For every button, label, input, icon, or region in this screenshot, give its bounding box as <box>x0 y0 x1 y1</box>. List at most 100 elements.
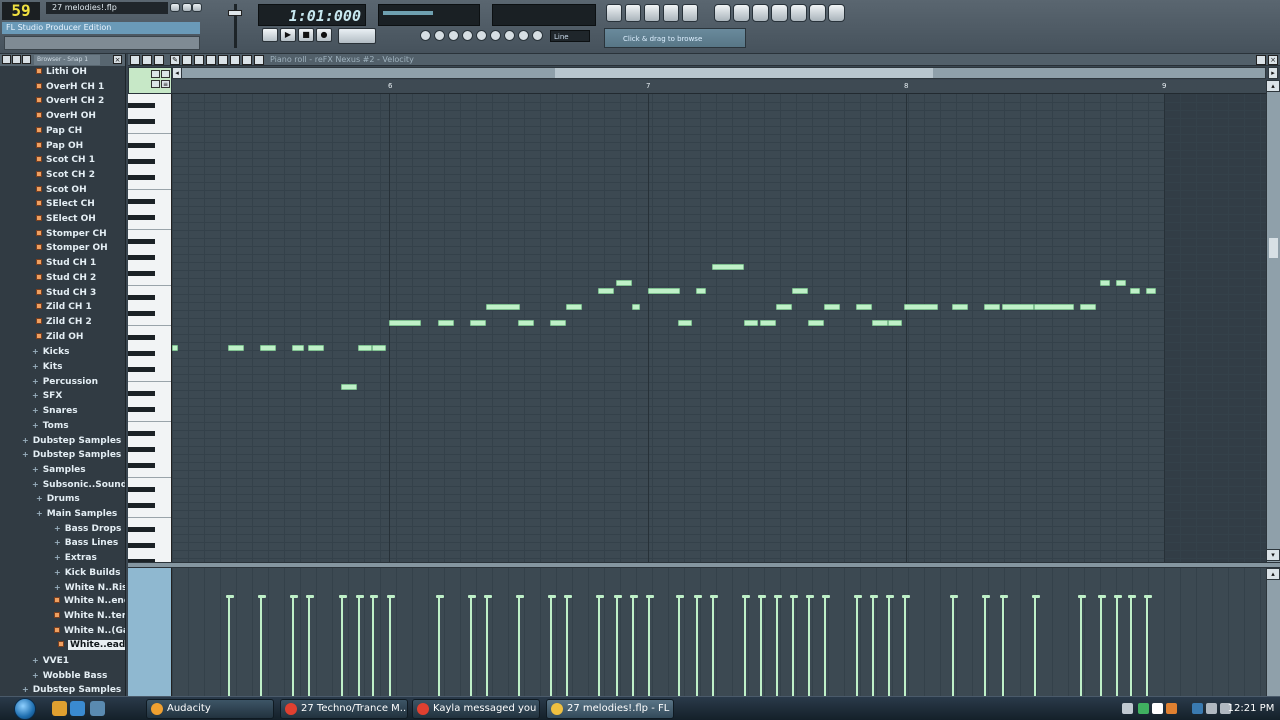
internet-explorer-icon[interactable] <box>70 701 85 716</box>
velocity-bar[interactable] <box>518 596 520 696</box>
browser-item[interactable]: Zild CH 1 <box>36 301 92 314</box>
velocity-handle[interactable] <box>436 595 444 598</box>
browser-item[interactable]: + SFX <box>32 389 62 402</box>
velocity-bar[interactable] <box>1100 596 1102 696</box>
stop-button[interactable]: ■ <box>298 28 314 42</box>
midi-note[interactable] <box>952 304 968 310</box>
velocity-handle[interactable] <box>356 595 364 598</box>
scroll-right-icon[interactable]: ▸ <box>1268 67 1278 79</box>
browser-item[interactable]: + Main Samples <box>36 507 117 520</box>
snap-selector[interactable]: Line <box>550 30 590 42</box>
midi-note[interactable] <box>292 345 304 351</box>
velocity-handle[interactable] <box>387 595 395 598</box>
piano-roll-menu-icon[interactable] <box>1256 55 1266 65</box>
velocity-handle[interactable] <box>694 595 702 598</box>
velocity-bar[interactable] <box>984 596 986 696</box>
midi-note[interactable] <box>760 320 776 326</box>
black-key[interactable] <box>128 391 155 396</box>
browser-item[interactable]: OverH CH 2 <box>36 95 104 108</box>
velocity-bar[interactable] <box>678 596 680 696</box>
taskbar-window-button[interactable]: 27 melodies!.flp - FL ... <box>546 699 674 719</box>
browser-item[interactable]: Stud CH 2 <box>36 272 96 285</box>
velocity-bar[interactable] <box>486 596 488 696</box>
velocity-handle[interactable] <box>1078 595 1086 598</box>
midi-note[interactable] <box>856 304 872 310</box>
vertical-scrollbar[interactable] <box>1266 80 1280 562</box>
velocity-bar[interactable] <box>228 596 230 696</box>
black-key[interactable] <box>128 239 155 244</box>
taskbar-window-button[interactable]: 27 Techno/Trance M... <box>280 699 408 719</box>
browser-item[interactable]: Lithi OH <box>36 66 87 79</box>
velocity-bar[interactable] <box>904 596 906 696</box>
midi-note[interactable] <box>792 288 808 294</box>
midi-note[interactable] <box>172 345 178 351</box>
black-key[interactable] <box>128 255 155 260</box>
velocity-bar[interactable] <box>776 596 778 696</box>
select-tool-icon[interactable] <box>230 55 240 65</box>
velocity-bar[interactable] <box>389 596 391 696</box>
midi-note[interactable] <box>872 320 888 326</box>
browser-item[interactable]: Scot CH 2 <box>36 169 95 182</box>
velocity-handle[interactable] <box>870 595 878 598</box>
velocity-bar[interactable] <box>792 596 794 696</box>
show-desktop-icon[interactable] <box>90 701 105 716</box>
velocity-handle[interactable] <box>339 595 347 598</box>
velocity-bar[interactable] <box>566 596 568 696</box>
midi-note[interactable] <box>308 345 324 351</box>
browser-item[interactable]: White N..(Gated) <box>54 625 125 638</box>
horizontal-scrollbar[interactable] <box>172 67 1266 79</box>
velocity-handle[interactable] <box>742 595 750 598</box>
browser-item[interactable]: Zild CH 2 <box>36 316 92 329</box>
paint-tool-icon[interactable] <box>182 55 192 65</box>
zoom-tool-icon[interactable] <box>242 55 252 65</box>
velocity-bar[interactable] <box>1002 596 1004 696</box>
velocity-handle[interactable] <box>982 595 990 598</box>
black-key[interactable] <box>128 271 155 276</box>
save-icon[interactable] <box>733 4 750 22</box>
start-button[interactable] <box>4 697 40 720</box>
browser-item[interactable]: + Wobble Bass <box>32 669 107 682</box>
black-key[interactable] <box>128 463 155 468</box>
velocity-bar[interactable] <box>598 596 600 696</box>
velocity-handle[interactable] <box>710 595 718 598</box>
tray-app-icon[interactable] <box>1138 703 1149 714</box>
browser-item[interactable]: + Percussion <box>32 375 98 388</box>
black-key[interactable] <box>128 199 155 204</box>
velocity-handle[interactable] <box>854 595 862 598</box>
velocity-handle[interactable] <box>1000 595 1008 598</box>
tray-expand-icon[interactable] <box>1122 703 1133 714</box>
velocity-bar[interactable] <box>616 596 618 696</box>
velocity-bar[interactable] <box>696 596 698 696</box>
browser-item[interactable]: Stud CH 1 <box>36 257 96 270</box>
velocity-handle[interactable] <box>258 595 266 598</box>
midi-note[interactable] <box>566 304 582 310</box>
velocity-bar[interactable] <box>260 596 262 696</box>
pattern-song-toggle[interactable] <box>262 28 278 42</box>
browser-item[interactable]: White N..tended) <box>54 610 125 623</box>
browser-item[interactable]: + Dubstep Samples <box>22 434 121 447</box>
browser-item[interactable]: + Snares <box>32 404 78 417</box>
browser-item[interactable]: + Samples <box>32 463 86 476</box>
black-key[interactable] <box>128 503 155 508</box>
delete-tool-icon[interactable] <box>194 55 204 65</box>
browser-item[interactable]: + Kits <box>32 360 62 373</box>
browser-item[interactable]: + Dubstep Samples 2 <box>22 448 125 461</box>
midi-note[interactable] <box>550 320 566 326</box>
browser-item[interactable]: + Drums <box>36 492 80 505</box>
browser-item[interactable]: +White N..Risers <box>54 581 125 594</box>
velocity-handle[interactable] <box>822 595 830 598</box>
browser-item[interactable]: +Subsonic..Sound Kit <box>32 478 125 491</box>
battery-icon[interactable] <box>1206 703 1217 714</box>
velocity-bar[interactable] <box>952 596 954 696</box>
fit-icon[interactable] <box>151 80 160 88</box>
time-ruler[interactable]: 6 7 8 9 <box>172 80 1266 94</box>
velocity-bar[interactable] <box>372 596 374 696</box>
black-key[interactable] <box>128 367 155 372</box>
velocity-bar[interactable] <box>744 596 746 696</box>
play-button[interactable]: ▶ <box>280 28 296 42</box>
browser-item[interactable]: White..ead Up <box>58 639 125 652</box>
velocity-handle[interactable] <box>614 595 622 598</box>
velocity-handle[interactable] <box>306 595 314 598</box>
browser-item[interactable]: White N..ended) <box>54 595 125 608</box>
velocity-bar[interactable] <box>1080 596 1082 696</box>
